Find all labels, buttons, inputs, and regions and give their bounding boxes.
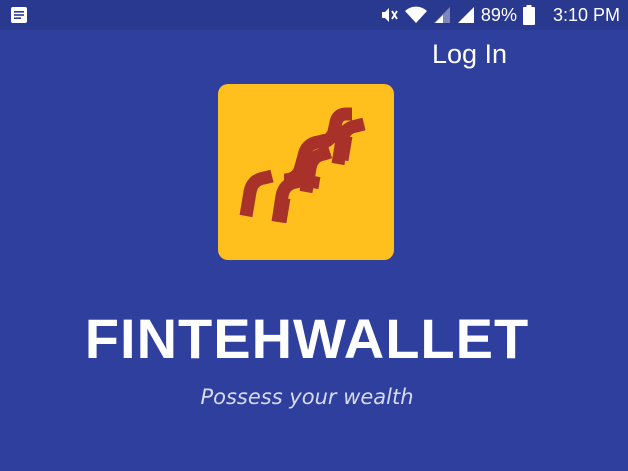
clock: 3:10 PM: [552, 4, 620, 25]
status-bar: 89% 3:10 PM: [0, 0, 628, 30]
notification-icon: [11, 7, 27, 23]
status-icons: 89% 3:10 PM: [379, 0, 620, 30]
fintehwallet-logo-icon: [239, 107, 366, 224]
app-tagline: Possess your wealth: [200, 385, 414, 409]
battery-percentage: 89%: [480, 4, 517, 25]
signal-icon: [457, 7, 474, 23]
mute-icon: [381, 8, 398, 22]
app-name: FINTEHWALLET: [84, 307, 530, 370]
battery-icon: [522, 5, 535, 25]
signal-icon: [433, 7, 450, 23]
login-button[interactable]: Log In: [432, 39, 507, 70]
app-screen: 89% 3:10 PM Log In FINTEHWALLET Possess …: [0, 0, 628, 471]
wifi-icon: [404, 6, 427, 23]
app-logo: [218, 84, 394, 260]
